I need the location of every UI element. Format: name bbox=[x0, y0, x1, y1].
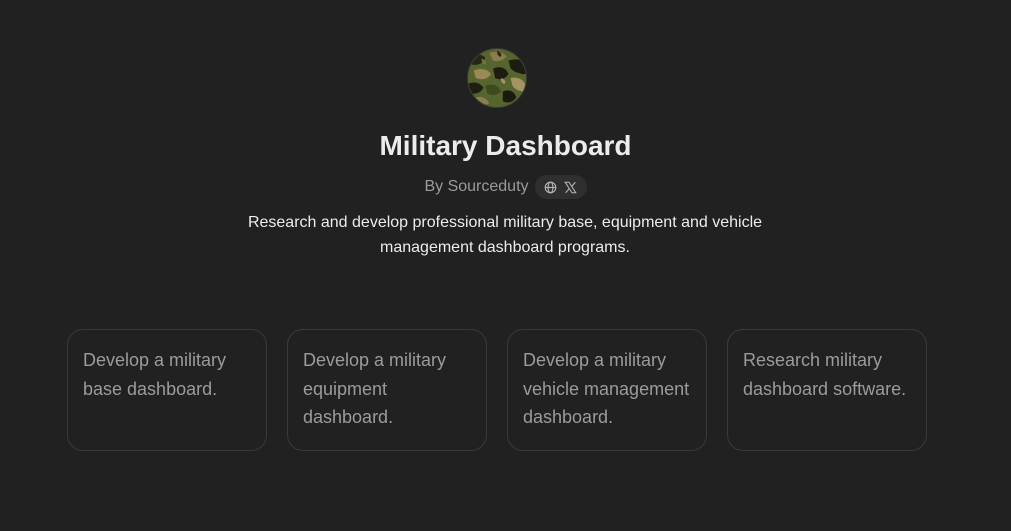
social-links[interactable] bbox=[534, 175, 587, 199]
starter-card-label: Research military dashboard software. bbox=[743, 350, 907, 399]
gpt-intro-page: Military Dashboard By Sourceduty Researc… bbox=[0, 0, 1011, 531]
conversation-starters: Develop a military base dashboard. Devel… bbox=[67, 329, 927, 451]
starter-card-base-dashboard[interactable]: Develop a military base dashboard. bbox=[67, 329, 267, 451]
starter-card-label: Develop a military vehicle management da… bbox=[523, 350, 690, 427]
author-name: By Sourceduty bbox=[424, 178, 529, 195]
globe-icon[interactable] bbox=[544, 180, 558, 194]
gpt-title: Military Dashboard bbox=[379, 130, 632, 161]
starter-card-label: Develop a military base dashboard. bbox=[83, 350, 227, 399]
starter-card-label: Develop a military equipment dashboard. bbox=[303, 350, 447, 427]
starter-card-research-software[interactable]: Research military dashboard software. bbox=[727, 329, 927, 451]
x-logo-icon[interactable] bbox=[564, 180, 578, 194]
starter-card-equipment-dashboard[interactable]: Develop a military equipment dashboard. bbox=[287, 329, 487, 451]
camouflage-avatar-icon bbox=[467, 48, 527, 108]
author-byline: By Sourceduty bbox=[0, 174, 1011, 200]
gpt-description: Research and develop professional milita… bbox=[247, 214, 763, 256]
starter-card-vehicle-dashboard[interactable]: Develop a military vehicle management da… bbox=[507, 329, 707, 451]
